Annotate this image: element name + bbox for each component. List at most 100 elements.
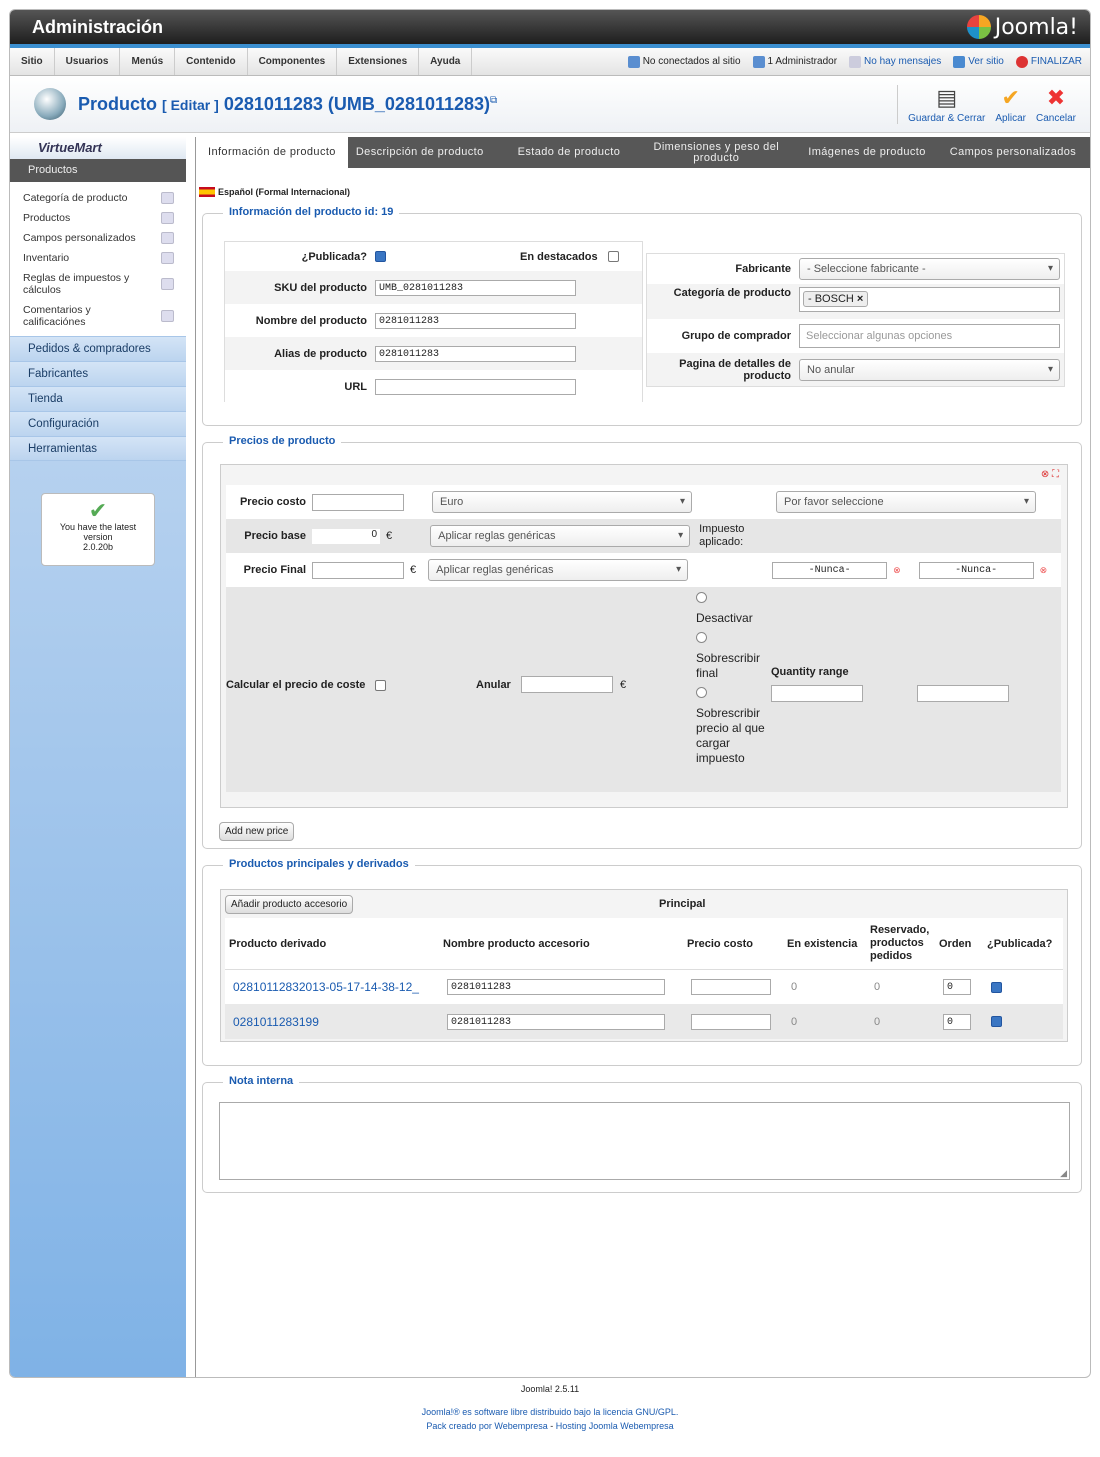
row-cost-input[interactable] [691,1013,771,1030]
add-accessory-button[interactable]: Añadir producto accesorio [225,894,354,914]
radio-override-pretax-label: Sobrescribir precio al que cargar impues… [696,706,765,765]
override-input[interactable] [521,676,613,693]
clear-start-date-icon[interactable]: ⊗ [893,565,901,576]
tab-dimensiones[interactable]: Dimensiones y peso del producto [636,137,796,168]
alias-input[interactable]: 0281011283 [375,345,576,362]
col-published: ¿Publicada? [987,937,1053,950]
sidebar-item-pedidos[interactable]: Pedidos & compradores [10,336,186,361]
menu-contenido[interactable]: Contenido [175,48,248,75]
related-products-fieldset: Productos principales y derivados Añadir… [202,858,1082,1066]
manufacturer-select[interactable]: - Seleccione fabricante - [799,258,1060,280]
sidebar-item-label: Reglas de impuestos y cálculos [23,272,130,296]
manufacturer-label: Fabricante [735,263,791,275]
sidebar-item-label: Categoría de producto [23,192,128,204]
derived-product-link[interactable]: 02810112832013-05-17-14-38-12_ [225,980,439,994]
sidebar-item-categoria[interactable]: Categoría de producto [10,188,186,208]
footer-license[interactable]: Joomla!® es software libre distribuido b… [0,1407,1100,1417]
col-stock: En existencia [787,937,858,950]
row-order-input[interactable]: 0 [943,1013,971,1030]
sidebar-section-productos[interactable]: Productos [10,159,186,182]
external-link-icon[interactable]: ⧉ [490,95,497,106]
footer-webempresa-link[interactable]: Webempresa [494,1421,547,1431]
detail-page-select[interactable]: No anular [799,359,1060,381]
derived-product-link[interactable]: 0281011283199 [225,1015,439,1029]
tab-campos[interactable]: Campos personalizados [938,137,1088,168]
sku-input[interactable]: UMB_0281011283 [375,279,576,296]
calc-cost-checkbox[interactable] [375,680,386,691]
menu-usuarios[interactable]: Usuarios [55,48,121,75]
product-name-input[interactable]: 0281011283 [375,312,576,329]
remove-price-icon[interactable]: ⊗ [1041,469,1049,480]
shopper-group-input[interactable]: Seleccionar algunas opciones [799,324,1060,348]
cost-price-input[interactable] [312,493,404,511]
accessory-name-input[interactable]: 0281011283 [447,1013,665,1030]
sidebar-item-tienda[interactable]: Tienda [10,386,186,411]
cancel-button[interactable]: ✖ Cancelar [1032,85,1080,124]
tab-informacion[interactable]: Información de producto [196,137,348,168]
sidebar-item-productos[interactable]: Productos [10,208,186,228]
logout-link[interactable]: FINALIZAR [1015,55,1082,68]
row-cost-input[interactable] [691,979,771,995]
final-rules-select[interactable]: Aplicar reglas genéricas [428,559,689,581]
radio-override-pretax[interactable] [696,687,707,698]
base-price-input[interactable]: 0 [312,528,380,544]
radio-disable[interactable] [696,592,707,603]
folder-icon [161,192,174,204]
quantity-range-label: Quantity range [771,666,849,678]
version-line1: You have the latest [59,522,137,532]
row-order-input[interactable]: 0 [943,979,971,995]
accessory-name-input[interactable]: 0281011283 [447,979,665,995]
tax-rule-select[interactable]: Por favor seleccione [776,491,1036,513]
end-date-input[interactable]: -Nunca- [918,561,1034,579]
row-reserved: 0 [874,1015,881,1028]
view-site-link[interactable]: Ver sitio [953,55,1004,68]
expand-icon[interactable]: ⛶ [1052,469,1059,480]
published-checkbox[interactable] [375,251,386,262]
menu-menus[interactable]: Menús [120,48,176,75]
tab-descripcion[interactable]: Descripción de producto [348,137,502,168]
sidebar-item-herramientas[interactable]: Herramientas [10,436,186,461]
menu-componentes[interactable]: Componentes [248,48,338,75]
tab-estado[interactable]: Estado de producto [502,137,637,168]
save-icon: ▤ [936,84,958,110]
sidebar-item-inventario[interactable]: Inventario [10,248,186,268]
menu-ayuda[interactable]: Ayuda [419,48,473,75]
clear-end-date-icon[interactable]: ⊗ [1040,565,1048,576]
base-rules-select[interactable]: Aplicar reglas genéricas [430,525,691,547]
footer-hosting-link[interactable]: Hosting Joomla Webempresa [556,1421,674,1431]
row-published-checkbox[interactable] [991,1016,1002,1028]
start-date-input[interactable]: -Nunca- [772,561,888,579]
menu-bar: Sitio Usuarios Menús Contenido Component… [10,48,1090,76]
apply-button[interactable]: ✔ Aplicar [991,85,1030,124]
row-published-checkbox[interactable] [991,981,1002,993]
sidebar-item-configuracion[interactable]: Configuración [10,411,186,436]
sidebar-item-comentarios[interactable]: Comentarios y calificaciónes [10,300,186,332]
product-basic-table: ¿Publicada? En destacados SKU del product… [224,241,643,403]
sidebar-item-reglas[interactable]: Reglas de impuestos y cálculos [10,268,186,300]
radio-override-final[interactable] [696,632,707,643]
remove-chip-icon[interactable]: × [857,293,863,305]
category-chip-label: - BOSCH [808,293,854,305]
internal-note-textarea[interactable]: ◢ [219,1102,1070,1180]
add-new-price-button[interactable]: Add new price [219,822,295,841]
final-price-input[interactable] [312,561,404,579]
category-multiselect[interactable]: - BOSCH × [799,287,1060,312]
admin-title: Administración [32,16,164,37]
messages-link[interactable]: No hay mensajes [849,55,941,68]
final-price-label: Precio Final [243,564,306,576]
category-chip: - BOSCH × [803,291,869,307]
menu-sitio[interactable]: Sitio [10,48,55,75]
top-bar: Administración Joomla! [10,10,1090,48]
sidebar-item-campos[interactable]: Campos personalizados [10,228,186,248]
col-cost: Precio costo [687,937,754,950]
quantity-from-input[interactable] [771,685,863,702]
resize-handle-icon[interactable]: ◢ [1060,1168,1067,1179]
sidebar-item-fabricantes[interactable]: Fabricantes [10,361,186,386]
tab-imagenes[interactable]: Imágenes de producto [796,137,937,168]
quantity-to-input[interactable] [917,685,1009,702]
featured-checkbox[interactable] [607,251,619,262]
menu-extensiones[interactable]: Extensiones [337,48,420,75]
currency-select[interactable]: Euro [432,491,692,513]
save-close-button[interactable]: ▤ Guardar & Cerrar [904,85,989,124]
url-input[interactable] [375,378,576,395]
